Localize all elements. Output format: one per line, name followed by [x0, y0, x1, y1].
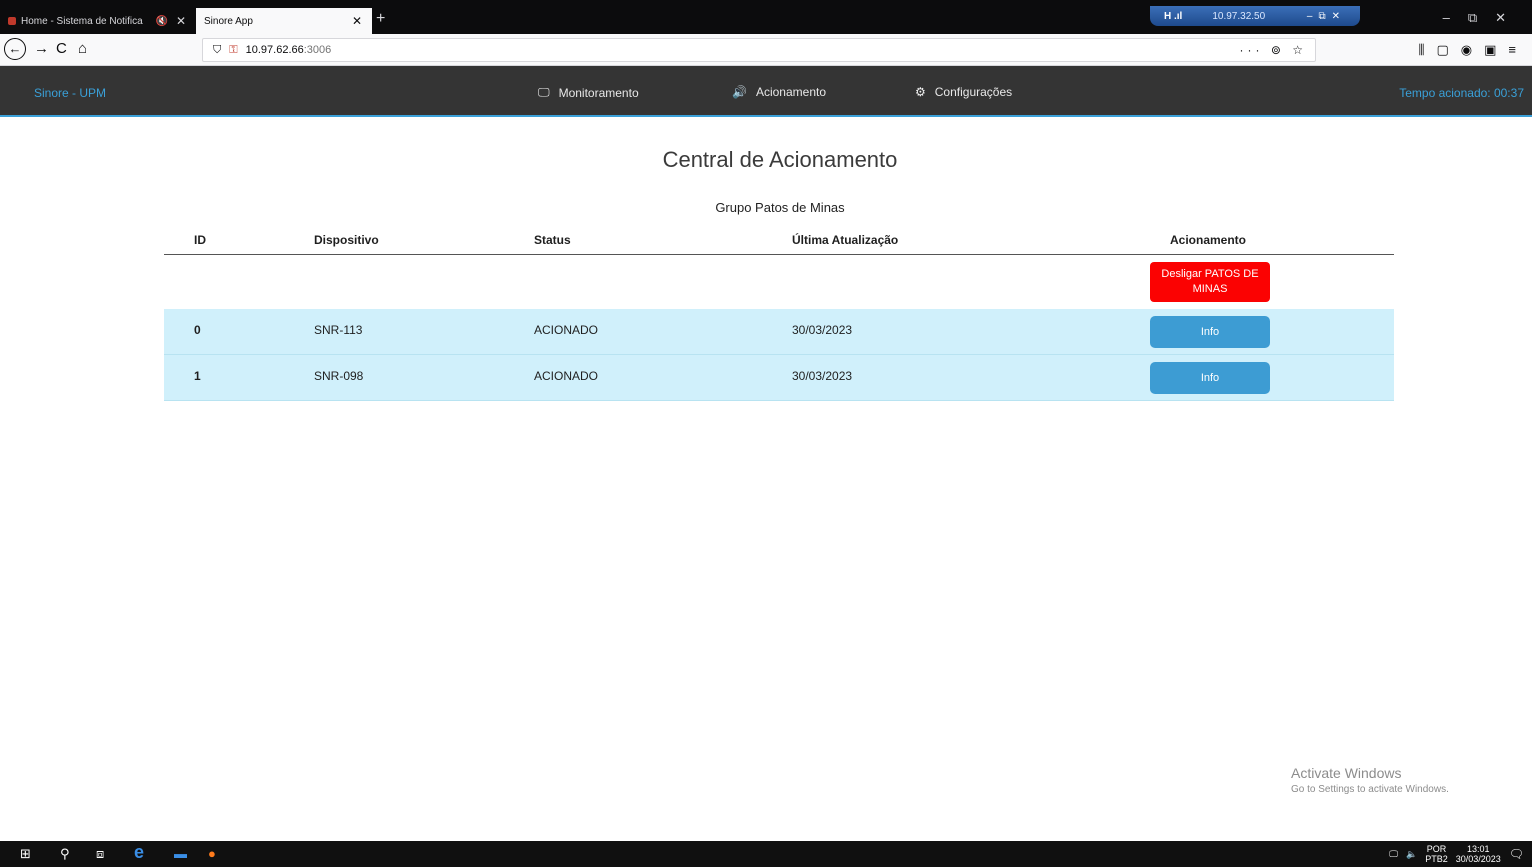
- back-icon[interactable]: ←: [4, 38, 26, 60]
- windows-taskbar: ⊞ ⚲ ⧈ e ▬ ● 🖵 🔈 POR PTB2 13:01 30/03/202…: [0, 841, 1532, 867]
- cell-id: 1: [194, 369, 201, 383]
- home-icon[interactable]: ⌂: [78, 40, 87, 57]
- close-tab-icon[interactable]: ✕: [176, 14, 186, 28]
- table-row: 1 SNR-098 ACIONADO 30/03/2023 Info: [164, 355, 1394, 401]
- file-explorer-icon[interactable]: ▬: [174, 846, 187, 861]
- cell-updated: 30/03/2023: [792, 323, 853, 337]
- cell-status: ACIONADO: [534, 323, 599, 337]
- col-id: ID: [194, 233, 206, 247]
- brand-link[interactable]: Sinore - UPM: [34, 86, 106, 100]
- cell-status: ACIONADO: [534, 369, 599, 383]
- col-ultima-atualizacao: Última Atualização: [792, 233, 899, 247]
- table-header: ID Dispositivo Status Última Atualização…: [164, 224, 1394, 255]
- remote-ip: 10.97.32.50: [1212, 10, 1266, 22]
- firefox-icon[interactable]: ●: [208, 846, 216, 861]
- col-status: Status: [534, 233, 571, 247]
- insecure-lock-icon[interactable]: ⚿: [229, 44, 237, 57]
- reload-icon[interactable]: C: [56, 40, 67, 57]
- url-host: 10.97.62.66: [245, 44, 304, 56]
- app-header: Sinore - UPM 🖵 Monitoramento 🔊 Acionamen…: [0, 66, 1532, 117]
- lang-top: POR: [1426, 844, 1447, 854]
- col-dispositivo: Dispositivo: [314, 233, 379, 247]
- language-indicator[interactable]: POR PTB2: [1425, 844, 1448, 864]
- clock-date: 30/03/2023: [1455, 854, 1501, 864]
- tab-label: Home - Sistema de Notifica: [21, 15, 143, 27]
- nav-configuracoes[interactable]: ⚙ Configurações: [915, 85, 1012, 99]
- watermark-title: Activate Windows: [1291, 765, 1402, 781]
- signal-icon: H .ıl: [1164, 10, 1183, 22]
- window-controls[interactable]: –⧉✕: [1443, 10, 1524, 26]
- activation-watermark: Activate Windows Go to Settings to activ…: [1291, 765, 1449, 795]
- nav-label: Acionamento: [755, 85, 826, 99]
- nav-label: Configurações: [934, 85, 1013, 99]
- nav-monitoramento[interactable]: 🖵 Monitoramento: [538, 85, 639, 100]
- mute-icon[interactable]: 🔇: [155, 16, 167, 27]
- cell-device: SNR-098: [314, 369, 364, 383]
- shield-icon[interactable]: ⛉: [213, 44, 221, 57]
- cell-device: SNR-113: [314, 323, 363, 337]
- cell-updated: 30/03/2023: [792, 369, 853, 383]
- timer-display: Tempo acionado: 00:37: [1399, 86, 1524, 100]
- network-icon[interactable]: 🖵: [1389, 849, 1398, 860]
- watermark-subtitle: Go to Settings to activate Windows.: [1291, 784, 1449, 795]
- tab-sinore-app[interactable]: Sinore App ✕: [196, 8, 372, 34]
- internet-explorer-icon[interactable]: e: [134, 842, 144, 863]
- toolbar-right-icons[interactable]: ⫼▢◉▣≡: [1419, 42, 1528, 58]
- remote-window-controls[interactable]: –⧉✕: [1307, 11, 1346, 22]
- cell-id: 0: [194, 323, 201, 337]
- info-button[interactable]: Info: [1150, 362, 1270, 394]
- gear-icon: ⚙: [915, 85, 926, 99]
- info-button[interactable]: Info: [1150, 316, 1270, 348]
- tab-home[interactable]: Home - Sistema de Notifica 🔇 ✕: [0, 8, 196, 34]
- devices-table: ID Dispositivo Status Última Atualização…: [164, 224, 1394, 401]
- url-port: :3006: [303, 44, 332, 56]
- forward-icon[interactable]: →: [34, 40, 49, 57]
- col-acionamento: Acionamento: [1170, 233, 1247, 247]
- clock-time: 13:01: [1466, 844, 1490, 854]
- shutdown-group-button[interactable]: Desligar PATOS DE MINAS: [1150, 262, 1270, 302]
- navigation-toolbar: ← → C ⌂ ⛉ ⚿ 10.97.62.66:3006 ··· ⊚ ☆ ⫼▢◉…: [0, 34, 1532, 66]
- tab-favicon-icon: [8, 17, 16, 25]
- remote-session-bar: H .ıl 10.97.32.50 –⧉✕: [1150, 6, 1360, 26]
- monitor-icon: 🖵: [538, 85, 550, 99]
- windows-start-icon[interactable]: ⊞: [20, 846, 31, 862]
- nav-label: Monitoramento: [558, 85, 639, 100]
- clock[interactable]: 13:01 30/03/2023: [1456, 844, 1501, 864]
- group-title: Grupo Patos de Minas: [715, 200, 845, 215]
- group-action-row: Desligar PATOS DE MINAS: [164, 255, 1394, 309]
- nav-acionamento[interactable]: 🔊 Acionamento: [732, 85, 826, 99]
- system-tray: 🖵 🔈 POR PTB2 13:01 30/03/2023 🗨: [1389, 844, 1524, 864]
- new-tab-button[interactable]: +: [376, 8, 385, 30]
- tab-label: Sinore App: [204, 15, 253, 27]
- search-icon[interactable]: ⚲: [60, 846, 70, 862]
- speaker-icon: 🔊: [732, 85, 747, 99]
- notifications-icon[interactable]: 🗨: [1509, 847, 1524, 861]
- page-actions[interactable]: ··· ⊚ ☆: [1240, 43, 1307, 57]
- close-tab-icon[interactable]: ✕: [352, 14, 362, 28]
- url-bar[interactable]: ⛉ ⚿ 10.97.62.66:3006 ··· ⊚ ☆: [202, 38, 1316, 62]
- page-title: Central de Acionamento: [662, 147, 898, 172]
- volume-muted-icon[interactable]: 🔈: [1406, 849, 1417, 860]
- task-view-icon[interactable]: ⧈: [96, 846, 104, 862]
- table-row: 0 SNR-113 ACIONADO 30/03/2023 Info: [164, 309, 1394, 355]
- lang-bottom: PTB2: [1425, 854, 1448, 864]
- browser-tab-strip: Home - Sistema de Notifica 🔇 ✕ Sinore Ap…: [0, 0, 1532, 34]
